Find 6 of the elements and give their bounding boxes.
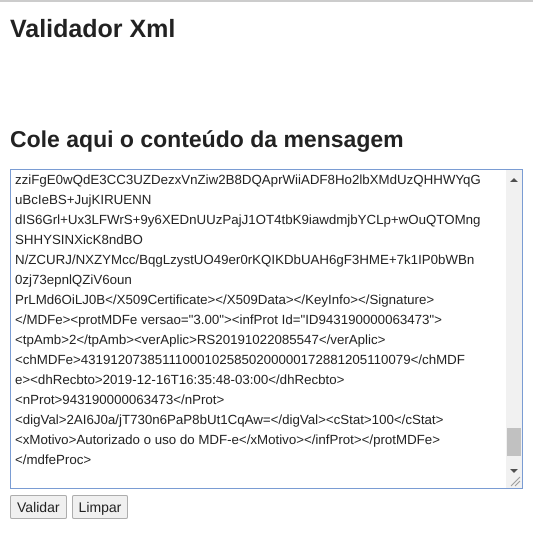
scrollbar-drawing[interactable] (506, 170, 522, 488)
message-field[interactable]: zziFgE0wQdE3CC3UZDezxVnZiw2B8DQAprWiiADF8Ho2lbXMdUzQHHWYqG uBcIeBS+JujKIRUENN dIS6Grl+Ux3LFWrS+9y6XEDnUUzPajJ1OT4tbK9iawdmjbYCLp+wOuQTOMng SHHYSINXicK8ndBO N/ZCURJ/NXZYMcc/BqgLzystUO49er0rKQIKDbUAH6gF3HME+7k1IP0bWBn 0zj73epnlQZiV6oun PrLMd6OiLJ0B</X509Certificate></X509Data></KeyInfo></Signature> </MDFe><protMDFe versao="3.00"><infProt Id="ID943190000063473"> <tpAmb>2</tpAmb><verAplic>RS20191022085547</verAplic> <chMDFe>431912073851110001025850200000172881205110079</chMDF e><dhRecbto>2019-12-16T16:35:48-03:00</dhRecbto> <nProt>943190000063473</nProt> <digVal>2AI6J0a/jT730n6PaP8bUt1CqAw=</digVal><cStat>100</cStat> <xMotivo>Autorizado o uso do MDF-e</xMotivo></infProt></protMDFe> </mdfeProc> (10, 169, 523, 489)
validate-button[interactable]: Validar (10, 495, 67, 519)
clear-button[interactable]: Limpar (72, 495, 128, 519)
section-title: Cole aqui o conteúdo da mensagem (10, 125, 404, 154)
page-title: Validador Xml (10, 14, 176, 44)
